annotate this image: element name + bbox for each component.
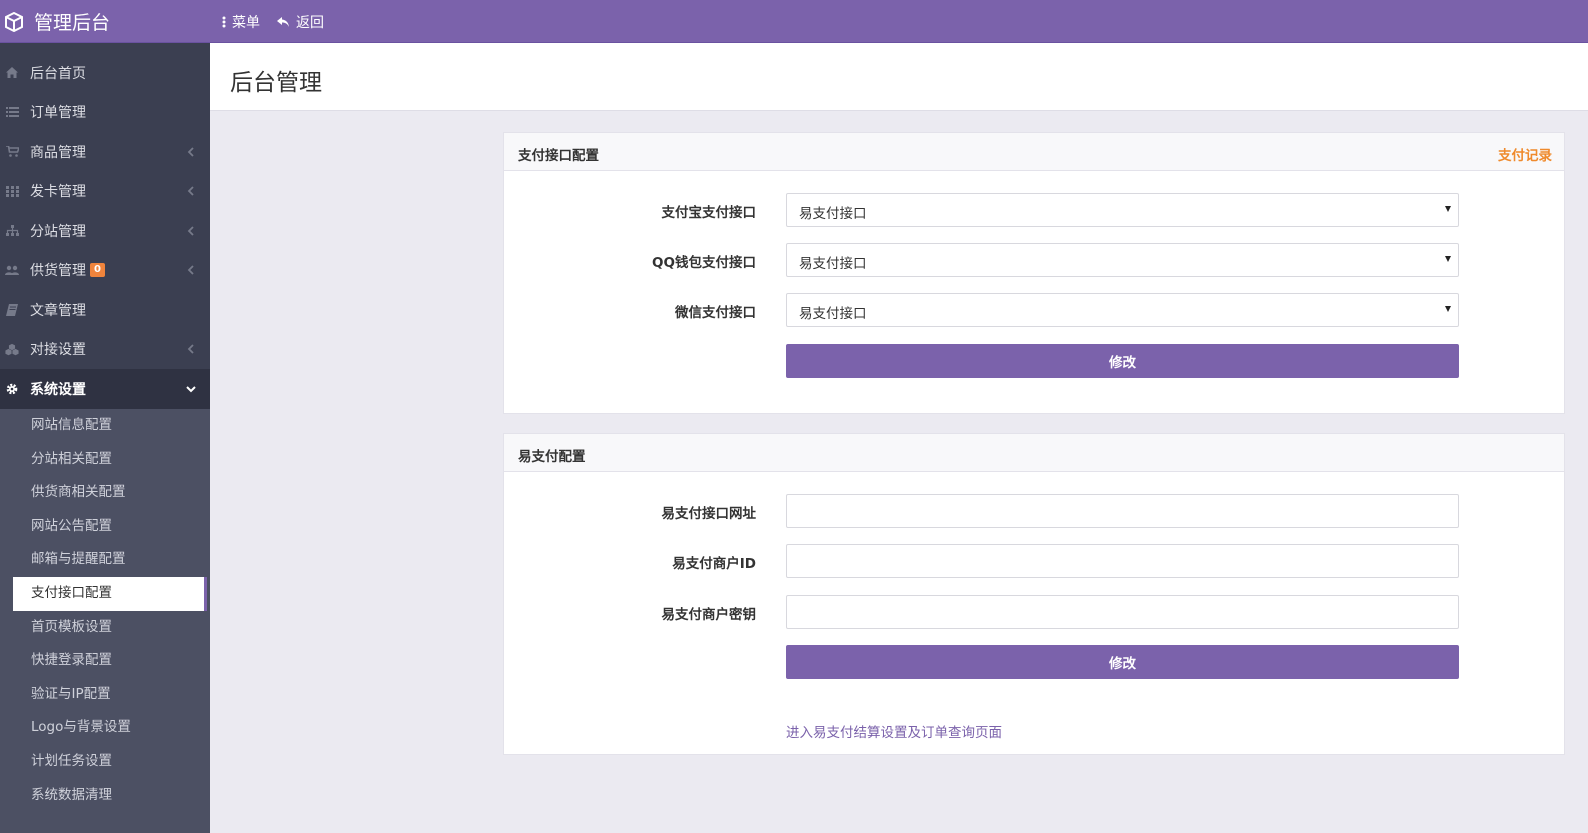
submenu-item-substation[interactable]: 分站相关配置 [0,443,210,477]
submenu-item-verification[interactable]: 验证与IP配置 [0,678,210,712]
sidebar-item-articles[interactable]: 文章管理 [0,290,210,330]
caret-down-icon [1445,256,1451,262]
system-settings-submenu: 网站信息配置 分站相关配置 供货商相关配置 网站公告配置 邮箱与提醒配置 支付接… [0,409,210,833]
chevron-down-icon [186,386,196,393]
sidebar-item-products[interactable]: 商品管理 [0,132,210,172]
chevron-left-icon [187,147,194,157]
submenu-item-site-info[interactable]: 网站信息配置 [0,409,210,443]
qqwallet-interface-select[interactable]: 易支付接口 [786,243,1459,277]
field-label: 易支付商户ID [672,556,756,572]
submenu-item-cleanup[interactable]: 系统数据清理 [0,779,210,813]
form-row: 易支付商户密钥 [504,595,1564,629]
page-title: 后台管理 [230,70,322,96]
grid-icon [5,184,19,198]
brand[interactable]: 管理后台 [0,0,210,43]
sidebar-item-label: 系统设置 [30,381,86,398]
select-value: 易支付接口 [799,256,867,272]
field-label: 易支付接口网址 [661,506,757,522]
cart-icon [5,145,19,159]
submenu-item-supplier[interactable]: 供货商相关配置 [0,476,210,510]
users-icon [5,263,19,277]
sidebar-item-label: 订单管理 [30,105,86,122]
wechat-interface-select[interactable]: 易支付接口 [786,293,1459,327]
epay-config-panel: 易支付配置 易支付接口网址 易支付商户ID 易支付商户密钥 修改 进入易支付结算… [503,433,1565,755]
chevron-left-icon [187,344,194,354]
cubes-icon [5,342,19,356]
list-icon [5,105,19,119]
sidebar-item-label: 分站管理 [30,223,86,240]
epay-url-input[interactable] [786,494,1459,528]
sidebar-item-cards[interactable]: 发卡管理 [0,172,210,212]
panel-title: 易支付配置 [518,449,586,465]
sidebar-item-supply[interactable]: 供货管理 0 [0,251,210,291]
panel-header: 易支付配置 [504,434,1564,472]
form-row: 微信支付接口 易支付接口 [504,293,1564,327]
submenu-item-cron[interactable]: 计划任务设置 [0,745,210,779]
form-row: 支付宝支付接口 易支付接口 [504,193,1564,227]
sidebar-item-label: 供货管理 [30,263,86,280]
alipay-interface-select[interactable]: 易支付接口 [786,193,1459,227]
menu-label: 菜单 [232,14,260,31]
sidebar-item-label: 商品管理 [30,144,86,161]
chevron-left-icon [187,265,194,275]
vertical-dots-icon [222,16,226,27]
field-label: QQ钱包支付接口 [652,255,756,271]
back-label: 返回 [296,14,324,31]
sidebar-item-label: 发卡管理 [30,184,86,201]
panel-header: 支付接口配置 支付记录 [504,133,1564,171]
book-icon [5,303,19,317]
select-value: 易支付接口 [799,306,867,322]
notification-badge: 0 [90,263,105,278]
brand-title: 管理后台 [34,12,111,34]
sidebar-item-orders[interactable]: 订单管理 [0,93,210,133]
top-bar: 管理后台 菜单 返回 [0,0,1588,43]
epay-merchant-key-input[interactable] [786,595,1459,629]
menu-toggle-button[interactable]: 菜单 [222,12,260,32]
sidebar-item-substations[interactable]: 分站管理 [0,211,210,251]
submenu-item-email[interactable]: 邮箱与提醒配置 [0,543,210,577]
sidebar-item-home[interactable]: 后台首页 [0,53,210,93]
chevron-left-icon [187,186,194,196]
submenu-item-payment[interactable]: 支付接口配置 [13,576,207,611]
caret-down-icon [1445,306,1451,312]
home-icon [5,66,19,80]
cube-icon [5,11,23,32]
sidebar: 后台首页 订单管理 商品管理 发卡管理 分站管理 供货管理 0 文章管理 对接设… [0,43,210,833]
sitemap-icon [5,224,19,238]
sidebar-item-label: 文章管理 [30,302,86,319]
save-payment-button[interactable]: 修改 [786,344,1459,378]
field-label: 支付宝支付接口 [661,205,757,221]
submenu-item-template[interactable]: 首页模板设置 [0,611,210,645]
sidebar-item-label: 对接设置 [30,342,86,359]
epay-settlement-link[interactable]: 进入易支付结算设置及订单查询页面 [786,721,1002,741]
chevron-left-icon [187,226,194,236]
page-header: 后台管理 [210,43,1588,111]
panel-title: 支付接口配置 [518,148,599,164]
reply-icon [277,16,289,27]
field-label: 易支付商户密钥 [661,607,757,623]
epay-merchant-id-input[interactable] [786,544,1459,578]
sidebar-item-integration[interactable]: 对接设置 [0,330,210,370]
form-row: 易支付接口网址 [504,494,1564,528]
sidebar-item-system-settings[interactable]: 系统设置 [0,369,210,409]
top-nav: 菜单 返回 [222,0,340,43]
save-epay-button[interactable]: 修改 [786,645,1459,679]
payment-records-link[interactable]: 支付记录 [1498,144,1552,164]
form-row: 易支付商户ID [504,544,1564,578]
submenu-item-quick-login[interactable]: 快捷登录配置 [0,644,210,678]
sidebar-item-label: 后台首页 [30,65,86,82]
caret-down-icon [1445,206,1451,212]
payment-config-panel: 支付接口配置 支付记录 支付宝支付接口 易支付接口 QQ钱包支付接口 易支付接口… [503,132,1565,414]
select-value: 易支付接口 [799,206,867,222]
back-button[interactable]: 返回 [276,12,324,32]
submenu-item-logo[interactable]: Logo与背景设置 [0,711,210,745]
field-label: 微信支付接口 [675,305,756,321]
gear-icon [5,382,19,396]
form-row: QQ钱包支付接口 易支付接口 [504,243,1564,277]
submenu-item-announcement[interactable]: 网站公告配置 [0,510,210,544]
